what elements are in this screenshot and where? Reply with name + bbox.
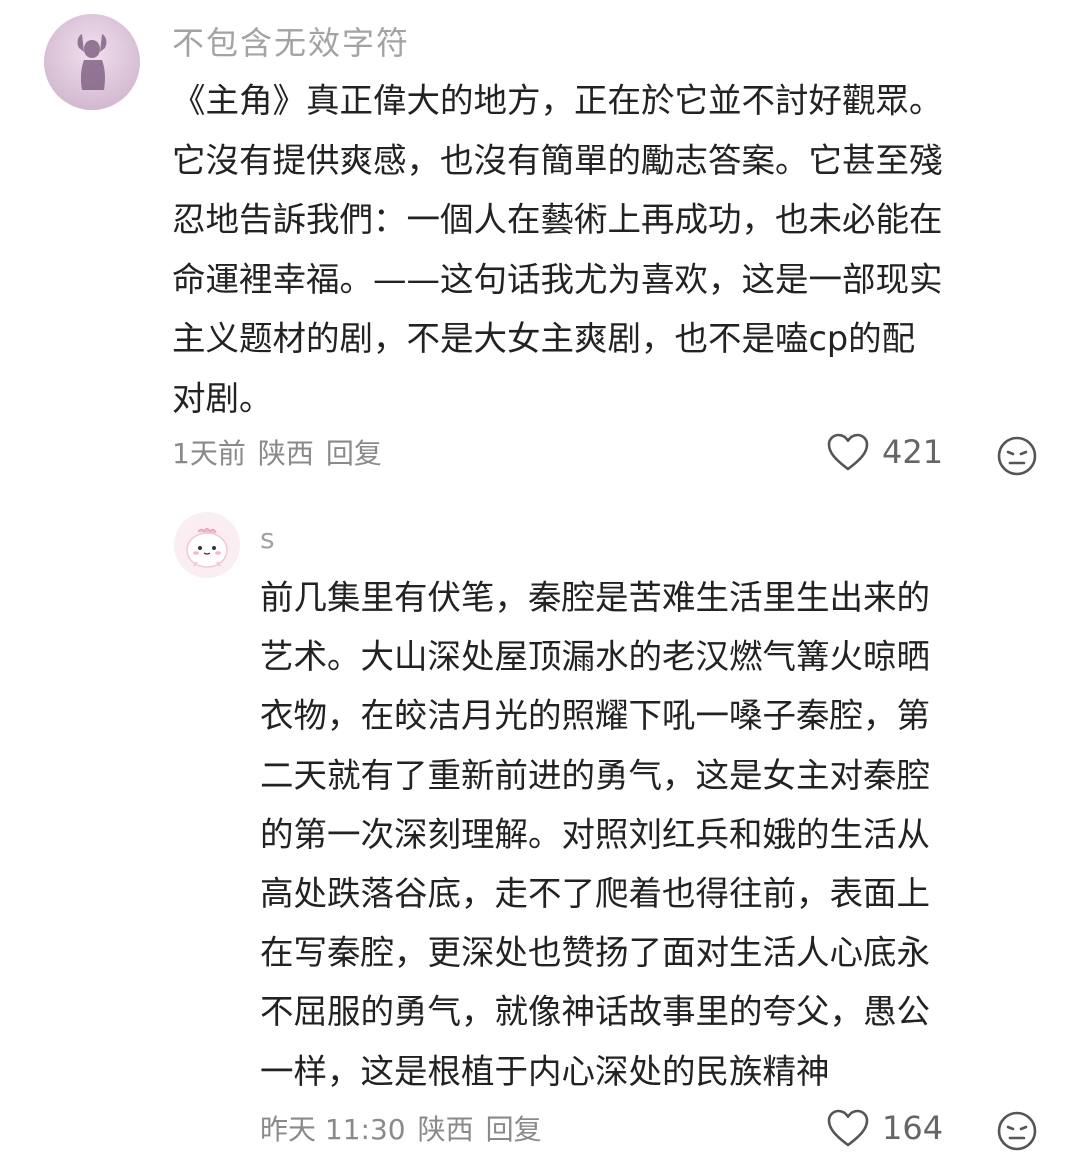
comment-text: 前几集里有伏笔，秦腔是苦难生活里生出来的 艺术。大山深处屋顶漏水的老汉燃气篝火晾… [260, 568, 930, 1101]
comment-line: 前几集里有伏笔，秦腔是苦难生活里生出来的 [260, 578, 930, 617]
like-count: 164 [882, 1109, 944, 1147]
meh-face-icon[interactable] [996, 435, 1038, 477]
comment-location: 陕西 [417, 1113, 474, 1146]
comment-time: 昨天 11:30 [260, 1113, 406, 1146]
heart-outline-icon[interactable] [826, 432, 870, 472]
reply-button[interactable]: 回复 [326, 437, 382, 470]
username[interactable]: s [260, 522, 275, 555]
comment-line: 《主角》真正偉大的地方，正在於它並不討好觀眾。 [172, 81, 943, 120]
comment-text: 《主角》真正偉大的地方，正在於它並不討好觀眾。 它沒有提供爽感，也沒有簡單的勵志… [172, 71, 943, 428]
comment-location: 陕西 [257, 437, 314, 470]
comment-line: 一样，这是根植于内心深处的民族精神 [260, 1051, 830, 1091]
comment-line: 对剧。 [172, 378, 273, 418]
avatar[interactable] [174, 512, 240, 578]
comment-line: 它沒有提供爽感，也沒有簡單的勵志答案。它甚至殘 [172, 140, 943, 180]
comment-line: 主义题材的剧，不是大女主爽剧，也不是嗑cp的配 [172, 319, 916, 358]
comment-meta: 昨天 11:30 陕西 回复 [260, 1108, 554, 1148]
comment-line: 在写秦腔，更深处也赞扬了面对生活人心底永 [260, 933, 930, 973]
comment-line: 命運裡幸福。——这句话我尤为喜欢，这是一部现实 [172, 259, 943, 299]
heart-outline-icon[interactable] [826, 1108, 870, 1148]
comment-time: 1天前 [172, 437, 246, 470]
comment-meta: 1天前 陕西 回复 [172, 432, 394, 472]
silhouette-avatar-icon [44, 14, 140, 110]
comment-line: 衣物，在皎洁月光的照耀下吼一嗓子秦腔，第 [260, 696, 930, 736]
like-button[interactable]: 164 [826, 1108, 943, 1148]
like-count: 421 [882, 433, 944, 471]
comment-line: 忍地告訴我們：一個人在藝術上再成功，也未必能在 [172, 200, 943, 239]
comment-line: 高处跌落谷底，走不了爬着也得往前，表面上 [260, 874, 930, 914]
like-button[interactable]: 421 [826, 432, 943, 472]
cartoon-dinosaur-avatar-icon [174, 512, 240, 578]
meh-face-icon[interactable] [996, 1110, 1038, 1152]
reply-button[interactable]: 回复 [486, 1113, 542, 1146]
comment-line: 二天就有了重新前进的勇气，这是女主对秦腔 [260, 755, 930, 795]
username[interactable]: 不包含无效字符 [172, 18, 410, 64]
avatar[interactable] [44, 14, 140, 110]
comment-line: 的第一次深刻理解。对照刘红兵和娥的生活从 [260, 814, 930, 854]
comment-line: 艺术。大山深处屋顶漏水的老汉燃气篝火晾晒 [260, 637, 930, 677]
comment-line: 不屈服的勇气，就像神话故事里的夸父，愚公 [260, 992, 930, 1032]
